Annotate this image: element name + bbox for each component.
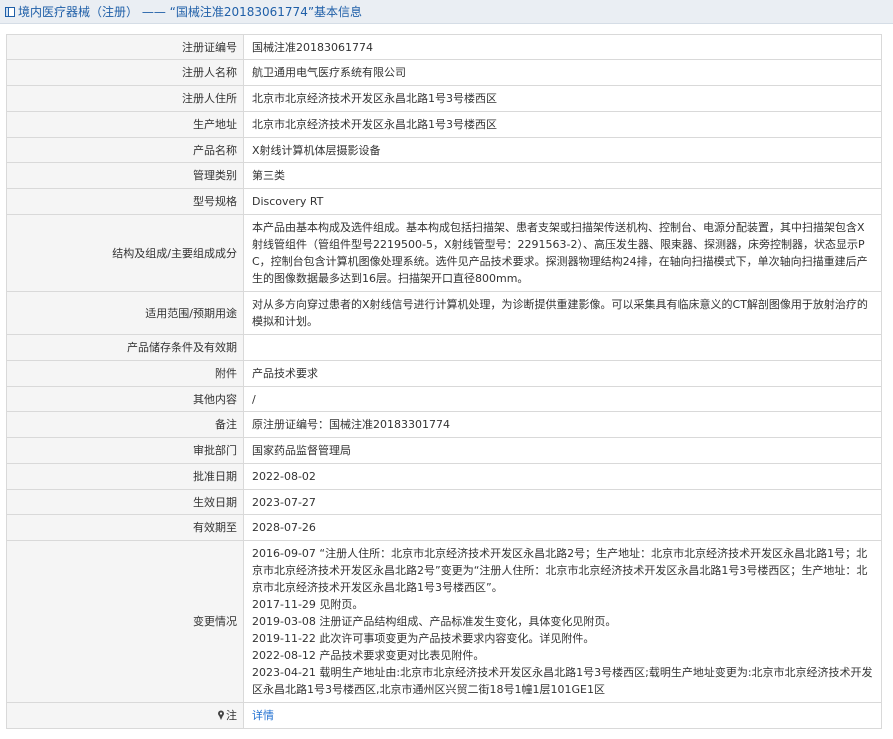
row-value: 对从多方向穿过患者的X射线信号进行计算机处理，为诊断提供重建影像。可以采集具有临…	[243, 291, 882, 335]
row-label: 注册证编号	[6, 34, 244, 60]
note-value: 详情	[243, 702, 882, 729]
page-title: 境内医疗器械（注册） —— “国械注准20183061774”基本信息	[18, 5, 363, 19]
change-entry: 2019-03-08 注册证产品结构组成、产品标准发生变化，具体变化见附页。	[252, 615, 617, 628]
table-row-note: 注 详情	[6, 702, 882, 729]
note-label: 注	[226, 709, 237, 722]
row-label: 管理类别	[6, 162, 244, 189]
row-label: 产品储存条件及有效期	[6, 334, 244, 361]
row-label: 附件	[6, 360, 244, 387]
row-value: 2022-08-02	[243, 463, 882, 490]
changes-label: 变更情况	[6, 540, 244, 703]
table-row: 审批部门 国家药品监督管理局	[6, 437, 882, 464]
row-value: 产品技术要求	[243, 360, 882, 387]
row-label: 注册人名称	[6, 59, 244, 86]
row-label: 审批部门	[6, 437, 244, 464]
document-icon	[4, 6, 16, 18]
row-value: 2023-07-27	[243, 489, 882, 515]
row-value: 原注册证编号：国械注准20183301774	[243, 411, 882, 438]
table-row: 注册人住所 北京市北京经济技术开发区永昌北路1号3号楼西区	[6, 85, 882, 112]
table-row: 生产地址 北京市北京经济技术开发区永昌北路1号3号楼西区	[6, 111, 882, 138]
table-row: 管理类别 第三类	[6, 162, 882, 189]
table-row: 生效日期 2023-07-27	[6, 489, 882, 515]
row-value: 2028-07-26	[243, 514, 882, 541]
row-value: 北京市北京经济技术开发区永昌北路1号3号楼西区	[243, 85, 882, 112]
table-row: 结构及组成/主要组成成分 本产品由基本构成及选件组成。基本构成包括扫描架、患者支…	[6, 214, 882, 292]
row-value: Discovery RT	[243, 188, 882, 215]
table-row: 注册证编号 国械注准20183061774	[6, 34, 882, 60]
row-label: 备注	[6, 411, 244, 438]
table-row: 型号规格 Discovery RT	[6, 188, 882, 215]
change-entry: 2016-09-07 “注册人住所：北京市北京经济技术开发区永昌北路2号；生产地…	[252, 547, 868, 594]
row-label: 适用范围/预期用途	[6, 291, 244, 335]
row-label: 其他内容	[6, 386, 244, 412]
row-value: X射线计算机体层摄影设备	[243, 137, 882, 163]
changes-history: 2016-09-07 “注册人住所：北京市北京经济技术开发区永昌北路2号；生产地…	[243, 540, 882, 703]
table-row: 附件 产品技术要求	[6, 360, 882, 387]
pin-icon	[217, 710, 225, 720]
row-value: 本产品由基本构成及选件组成。基本构成包括扫描架、患者支架或扫描架传送机构、控制台…	[243, 214, 882, 292]
info-table: 注册证编号 国械注准20183061774 注册人名称 航卫通用电气医疗系统有限…	[6, 34, 882, 729]
table-row: 有效期至 2028-07-26	[6, 514, 882, 541]
row-value: 航卫通用电气医疗系统有限公司	[243, 59, 882, 86]
row-label: 产品名称	[6, 137, 244, 163]
row-value: 北京市北京经济技术开发区永昌北路1号3号楼西区	[243, 111, 882, 138]
row-label: 有效期至	[6, 514, 244, 541]
table-row: 批准日期 2022-08-02	[6, 463, 882, 490]
change-entry: 2019-11-22 此次许可事项变更为产品技术要求内容变化。详见附件。	[252, 632, 595, 645]
note-label-cell: 注	[6, 702, 244, 729]
row-value: 第三类	[243, 162, 882, 189]
row-label: 型号规格	[6, 188, 244, 215]
details-link[interactable]: 详情	[252, 709, 274, 722]
table-row: 其他内容 /	[6, 386, 882, 412]
row-label: 生效日期	[6, 489, 244, 515]
table-row: 产品储存条件及有效期	[6, 334, 882, 361]
table-row: 备注 原注册证编号：国械注准20183301774	[6, 411, 882, 438]
row-label: 批准日期	[6, 463, 244, 490]
row-value: 国家药品监督管理局	[243, 437, 882, 464]
change-entry: 2022-08-12 产品技术要求变更对比表见附件。	[252, 649, 485, 662]
table-row: 注册人名称 航卫通用电气医疗系统有限公司	[6, 59, 882, 86]
row-value: 国械注准20183061774	[243, 34, 882, 60]
row-value	[243, 334, 882, 361]
row-label: 生产地址	[6, 111, 244, 138]
row-value: /	[243, 386, 882, 412]
change-entry: 2023-04-21 载明生产地址由:北京市北京经济技术开发区永昌北路1号3号楼…	[252, 666, 873, 696]
table-row-changes: 变更情况 2016-09-07 “注册人住所：北京市北京经济技术开发区永昌北路2…	[6, 540, 882, 703]
change-entry: 2017-11-29 见附页。	[252, 598, 364, 611]
table-row: 适用范围/预期用途 对从多方向穿过患者的X射线信号进行计算机处理，为诊断提供重建…	[6, 291, 882, 335]
row-label: 注册人住所	[6, 85, 244, 112]
table-row: 产品名称 X射线计算机体层摄影设备	[6, 137, 882, 163]
row-label: 结构及组成/主要组成成分	[6, 214, 244, 292]
page-header: 境内医疗器械（注册） —— “国械注准20183061774”基本信息	[0, 0, 893, 24]
